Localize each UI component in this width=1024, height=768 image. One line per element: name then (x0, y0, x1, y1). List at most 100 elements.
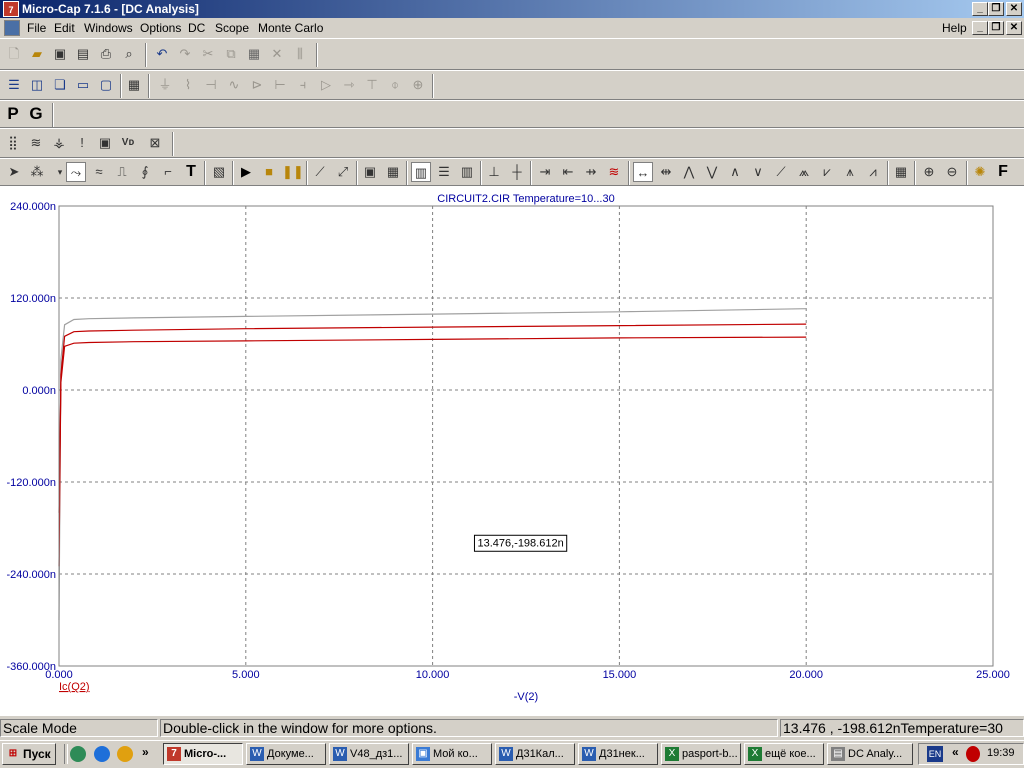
g-button[interactable]: G (26, 104, 46, 124)
variables-icon[interactable]: Vᴅ (118, 133, 138, 153)
y-axis-label[interactable]: Ic(Q2) (59, 681, 90, 693)
cascade-icon[interactable]: ❏ (50, 75, 70, 95)
open-icon[interactable]: ▰ (27, 44, 47, 64)
left-cursor-icon[interactable]: ⇥ (535, 162, 555, 182)
digital-icon[interactable]: ⎍ (112, 162, 132, 182)
close-button[interactable]: ✕ (1006, 2, 1022, 16)
select-all-icon[interactable]: ⫼ (290, 44, 310, 64)
ie-quicklaunch-icon[interactable] (94, 746, 110, 762)
print-preview-icon[interactable]: ⌕ (119, 44, 139, 64)
delete-icon[interactable]: ✕ (267, 44, 287, 64)
minor-grid-icon[interactable]: ▥ (411, 162, 431, 182)
top-icon[interactable]: ⩘ (863, 162, 883, 182)
run-icon[interactable]: ⣿ (3, 133, 23, 153)
language-indicator[interactable]: EN (927, 746, 943, 762)
wave-icon[interactable]: ≈ (89, 162, 109, 182)
right-cursor-icon[interactable]: ⇤ (558, 162, 578, 182)
paste-icon[interactable]: ▦ (244, 44, 264, 64)
phase-icon[interactable]: ∮ (135, 162, 155, 182)
tray-app-icon[interactable] (966, 746, 980, 762)
cursor-readout[interactable]: 13.476,-198.612n (473, 534, 568, 552)
stop-icon[interactable]: ■ (259, 162, 279, 182)
pause-icon[interactable]: ❚❚ (282, 162, 304, 182)
tray-expand-icon[interactable]: « (952, 745, 959, 759)
opamp-icon[interactable]: ▷ (316, 75, 336, 95)
distance-icon[interactable]: ⇹ (656, 162, 676, 182)
media-quicklaunch-icon[interactable] (117, 746, 133, 762)
capacitor-icon[interactable]: ⊣ (201, 75, 221, 95)
doc-restore-button[interactable]: ❐ (988, 21, 1004, 35)
switch-icon[interactable]: ⊤ (362, 75, 382, 95)
high-icon[interactable]: ∧ (725, 162, 745, 182)
inflection-icon[interactable]: ⩚ (840, 162, 860, 182)
vertical-grid-icon[interactable]: ▥ (457, 162, 477, 182)
npn-icon[interactable]: ⇾ (339, 75, 359, 95)
task-button[interactable]: ▤ DC Analy... (827, 743, 913, 765)
play-icon[interactable]: ▶ (236, 162, 256, 182)
save-as-icon[interactable]: ▤ (73, 44, 93, 64)
global-low-icon[interactable]: ⩗ (817, 162, 837, 182)
restore-button[interactable]: ❐ (988, 2, 1004, 16)
battery-icon[interactable]: ⊢ (270, 75, 290, 95)
menu-monte-carlo[interactable]: Monte Carlo (258, 21, 323, 35)
trace-icon[interactable]: ≋ (604, 162, 624, 182)
task-button[interactable]: W Докуме... (246, 743, 326, 765)
task-button[interactable]: Xpasport-b... (661, 743, 741, 765)
task-button[interactable]: W Д31нек... (578, 743, 658, 765)
probe-icon[interactable]: ! (72, 133, 92, 153)
maximize-window-icon[interactable]: ▢ (96, 75, 116, 95)
dc-analysis-chart[interactable]: 0.000 5.000 10.000 15.000 20.000 25.000240.00… (0, 186, 1024, 716)
current-source-icon[interactable]: ⌽ (385, 75, 405, 95)
step-icon[interactable]: ⌐ (158, 162, 178, 182)
transistor-icon[interactable]: ⫞ (293, 75, 313, 95)
tile-vertical-icon[interactable]: ◫ (27, 75, 47, 95)
new-icon[interactable]: 🗋 (4, 44, 24, 64)
horizontal-tag-icon[interactable]: ↔ (633, 162, 653, 182)
document-icon[interactable] (4, 20, 20, 36)
zoom-window-icon[interactable]: ⊠ (145, 133, 165, 153)
select-mode-icon[interactable]: ➤ (4, 162, 24, 182)
menu-windows[interactable]: Windows (84, 21, 133, 35)
grid-icon[interactable]: ▦ (383, 162, 403, 182)
menu-help[interactable]: Help (942, 21, 967, 35)
clock[interactable]: 19:39 (987, 747, 1015, 759)
waveform-icon[interactable]: ≋ (26, 133, 46, 153)
resistor-icon[interactable]: ⌇ (178, 75, 198, 95)
ground-icon[interactable]: ⏚ (155, 75, 175, 95)
scale-mode-icon[interactable]: ⤳ (66, 162, 86, 182)
limits-icon[interactable]: ⚶ (49, 133, 69, 153)
global-high-icon[interactable]: ⩕ (794, 162, 814, 182)
start-button[interactable]: ⊞ Пуск (2, 743, 56, 765)
zoom-out-icon[interactable]: ⊖ (942, 162, 962, 182)
minimize-button[interactable]: _ (972, 2, 988, 16)
axis-icon[interactable]: ⊥ (484, 162, 504, 182)
tag-icon[interactable]: ⇸ (581, 162, 601, 182)
menu-options[interactable]: Options (140, 21, 181, 35)
menu-edit[interactable]: Edit (54, 21, 75, 35)
p-button[interactable]: P (3, 104, 23, 124)
redo-icon[interactable]: ↷ (175, 44, 195, 64)
undo-icon[interactable]: ↶ (152, 44, 172, 64)
task-button[interactable]: Xещё кое... (744, 743, 824, 765)
inductor-icon[interactable]: ∿ (224, 75, 244, 95)
tile-horizontal-icon[interactable]: ☰ (4, 75, 24, 95)
low-icon[interactable]: ∨ (748, 162, 768, 182)
frame-icon[interactable]: ▣ (360, 162, 380, 182)
valley-icon[interactable]: ⋁ (702, 162, 722, 182)
menu-scope[interactable]: Scope (215, 21, 249, 35)
copy-icon[interactable]: ⧉ (221, 44, 241, 64)
palette-icon[interactable]: ✺ (970, 162, 990, 182)
print-icon[interactable]: ⎙ (96, 44, 116, 64)
voltage-source-icon[interactable]: ⊕ (408, 75, 428, 95)
browser-quicklaunch-icon[interactable] (70, 746, 86, 762)
plot-window[interactable]: 0.000 5.000 10.000 15.000 20.000 25.000 240.00… (0, 186, 1024, 716)
peak-icon[interactable]: ⋀ (679, 162, 699, 182)
zoom-in-icon[interactable]: ⊕ (919, 162, 939, 182)
menu-dc[interactable]: DC (188, 21, 205, 35)
window-icon[interactable]: ▭ (73, 75, 93, 95)
slope-icon[interactable]: ⟋ (771, 162, 791, 182)
quicklaunch-more-icon[interactable]: » (142, 745, 149, 759)
text-icon[interactable]: T (181, 162, 201, 182)
horizontal-grid-icon[interactable]: ☰ (434, 162, 454, 182)
task-button[interactable]: W V48_дз1... (329, 743, 409, 765)
